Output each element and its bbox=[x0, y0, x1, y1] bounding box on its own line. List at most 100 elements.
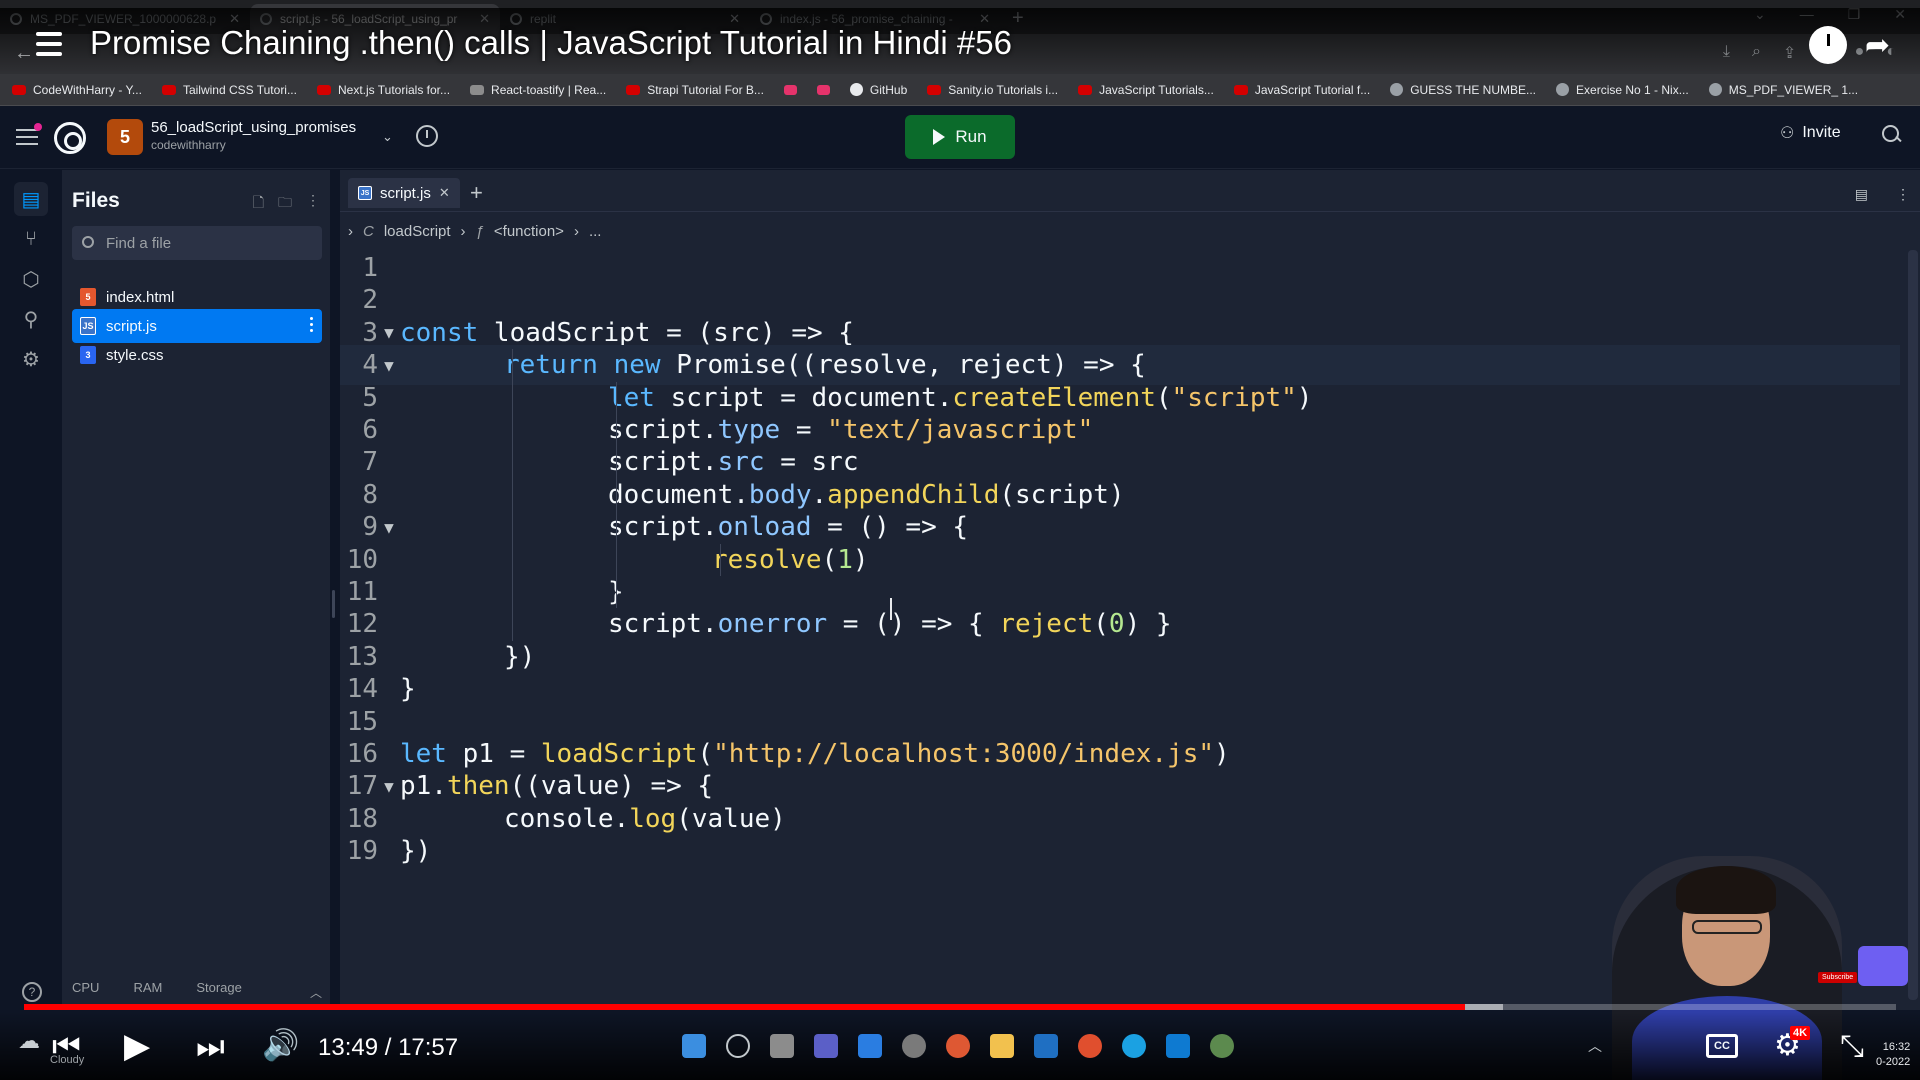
vscode-icon[interactable] bbox=[1166, 1034, 1190, 1058]
next-icon[interactable]: ⏭ bbox=[196, 1028, 225, 1066]
playlist-icon[interactable] bbox=[36, 32, 66, 58]
edge-icon[interactable] bbox=[1122, 1034, 1146, 1058]
more-options-icon[interactable] bbox=[310, 317, 314, 335]
class-symbol-icon: C bbox=[363, 223, 374, 240]
task-view-icon[interactable] bbox=[770, 1034, 794, 1058]
chevron-down-icon[interactable]: ⌄ bbox=[382, 129, 393, 145]
find-file-input[interactable] bbox=[106, 226, 316, 260]
bookmark-item[interactable]: Next.js Tutorials for... bbox=[316, 83, 450, 97]
folder-icon[interactable] bbox=[990, 1034, 1014, 1058]
code-text: resolve(1) bbox=[712, 545, 869, 575]
chevron-right-icon: › bbox=[460, 223, 466, 240]
bookmark-label: JavaScript Tutorials... bbox=[1099, 82, 1214, 97]
code-text: let script = document.createElement("scr… bbox=[608, 383, 1312, 413]
video-controls: ☁ Cloudy ⏮ ▶ ⏭ 🔊 13:49 / 17:57 ︿ CC ⚙ 4K… bbox=[0, 1012, 1920, 1080]
user-icon[interactable]: ⚲ bbox=[14, 302, 48, 336]
play-icon[interactable]: ▶ bbox=[124, 1026, 150, 1066]
layout-icon[interactable]: ▤ bbox=[1855, 186, 1868, 203]
line-number: 16 bbox=[346, 739, 378, 769]
code-token: = () => { bbox=[811, 512, 969, 543]
invite-label: Invite bbox=[1802, 124, 1841, 141]
repl-owner[interactable]: codewithharry bbox=[151, 138, 226, 152]
chrome-dev-icon[interactable] bbox=[1210, 1034, 1234, 1058]
bookmark-item[interactable]: Exercise No 1 - Nix... bbox=[1556, 83, 1689, 97]
help-icon[interactable]: ? bbox=[22, 982, 42, 1002]
video-title[interactable]: Promise Chaining .then() calls | JavaScr… bbox=[90, 24, 1012, 62]
packages-icon[interactable]: ⬡ bbox=[14, 262, 48, 296]
replit-logo-icon[interactable] bbox=[54, 122, 86, 154]
bookmark-item[interactable]: GitHub bbox=[849, 83, 907, 97]
tool-rail: ▤ ⑂ ⬡ ⚲ ⚙ ? bbox=[0, 170, 62, 1010]
video-progress-bar[interactable] bbox=[24, 1004, 1896, 1010]
line-number: 14 bbox=[346, 674, 378, 705]
tools-icon[interactable] bbox=[858, 1034, 882, 1058]
bookmark-item[interactable]: CodeWithHarry - Y... bbox=[12, 83, 142, 97]
youtube-icon bbox=[626, 84, 641, 95]
more-options-icon[interactable]: ⋮ bbox=[306, 192, 320, 216]
captions-button[interactable]: CC bbox=[1706, 1034, 1738, 1058]
watch-later-icon[interactable] bbox=[1808, 26, 1847, 64]
subscribe-badge[interactable]: Subscribe bbox=[1818, 972, 1858, 983]
menu-icon[interactable] bbox=[16, 129, 38, 150]
breadcrumb-more[interactable]: ... bbox=[589, 223, 602, 240]
fold-arrow-icon[interactable]: ▼ bbox=[378, 777, 400, 796]
new-file-icon[interactable]: 🗋 bbox=[253, 192, 264, 216]
fold-arrow-icon[interactable]: ▼ bbox=[378, 518, 400, 537]
repl-name[interactable]: 56_loadScript_using_promises bbox=[151, 119, 356, 136]
files-icon[interactable]: ▤ bbox=[14, 182, 48, 216]
chrome-icon[interactable] bbox=[946, 1034, 970, 1058]
bookmark-item[interactable]: Strapi Tutorial For B... bbox=[626, 83, 764, 97]
youtube-icon bbox=[1233, 84, 1248, 95]
bookmark-label: GUESS THE NUMBE... bbox=[1410, 82, 1537, 97]
played-bar bbox=[24, 1004, 1466, 1010]
breadcrumb-function[interactable]: loadScript bbox=[384, 223, 451, 240]
python-icon[interactable] bbox=[1034, 1034, 1058, 1058]
bookmark-item[interactable] bbox=[816, 84, 830, 95]
breadcrumb-inner[interactable]: <function> bbox=[494, 223, 564, 240]
chevron-up-icon[interactable]: ︿ bbox=[1588, 1036, 1602, 1056]
bookmark-item[interactable]: Tailwind CSS Tutori... bbox=[161, 83, 297, 97]
add-tab-icon[interactable]: + bbox=[470, 180, 483, 206]
panel-resize-handle[interactable] bbox=[332, 590, 335, 618]
share-arrow-icon[interactable]: ➦ bbox=[1865, 28, 1890, 63]
bookmark-item[interactable]: GUESS THE NUMBE... bbox=[1390, 83, 1536, 97]
bookmark-item[interactable]: Sanity.io Tutorials i... bbox=[927, 83, 1058, 97]
chrome-icon[interactable] bbox=[1078, 1034, 1102, 1058]
volume-icon[interactable]: 🔊 bbox=[262, 1028, 299, 1063]
settings-gear-icon[interactable]: ⚙ bbox=[14, 342, 48, 376]
settings-gear-icon[interactable] bbox=[902, 1034, 926, 1058]
git-icon[interactable]: ⑂ bbox=[14, 222, 48, 256]
exit-fullscreen-icon[interactable]: ⤡ bbox=[1840, 1030, 1864, 1064]
tab-script-js[interactable]: JS script.js ✕ bbox=[348, 178, 460, 208]
editor-scrollbar[interactable] bbox=[1908, 250, 1918, 1000]
css-file-icon: 3 bbox=[80, 346, 96, 364]
chat-icon[interactable] bbox=[1858, 946, 1908, 986]
new-folder-icon[interactable]: 🗀 bbox=[278, 192, 292, 216]
more-options-icon[interactable]: ⋮ bbox=[1896, 186, 1910, 203]
invite-button[interactable]: ⚇ Invite bbox=[1780, 123, 1841, 143]
chevron-up-icon[interactable]: ︿ bbox=[310, 984, 322, 1001]
bookmark-item[interactable] bbox=[783, 84, 797, 95]
teams-icon[interactable] bbox=[814, 1034, 838, 1058]
code-token: ) } bbox=[1124, 609, 1172, 640]
previous-icon[interactable]: ⏮ bbox=[52, 1028, 81, 1066]
text-cursor bbox=[890, 598, 892, 620]
fold-arrow-icon[interactable]: ▼ bbox=[378, 356, 400, 375]
bookmark-item[interactable]: JavaScript Tutorial f... bbox=[1233, 83, 1370, 97]
bookmark-item[interactable]: MS_PDF_VIEWER_ 1... bbox=[1708, 83, 1858, 97]
search-icon[interactable] bbox=[726, 1034, 750, 1058]
html5-icon[interactable]: 5 bbox=[107, 119, 143, 155]
search-icon[interactable] bbox=[1882, 125, 1902, 145]
file-item-style-css[interactable]: 3 style.css bbox=[72, 338, 322, 372]
code-token: "script" bbox=[1171, 382, 1297, 413]
fold-arrow-icon[interactable]: ▼ bbox=[378, 323, 400, 342]
bookmark-item[interactable]: JavaScript Tutorials... bbox=[1078, 83, 1214, 97]
code-token: script = document. bbox=[654, 382, 953, 413]
line-number: 2 bbox=[362, 285, 378, 316]
chevron-right-icon[interactable]: › bbox=[348, 223, 353, 240]
bookmark-item[interactable]: React-toastify | Rea... bbox=[470, 83, 606, 97]
history-icon[interactable] bbox=[416, 125, 438, 147]
windows-start-icon[interactable] bbox=[682, 1034, 706, 1058]
close-icon[interactable]: ✕ bbox=[439, 185, 450, 201]
run-button[interactable]: Run bbox=[905, 115, 1015, 159]
